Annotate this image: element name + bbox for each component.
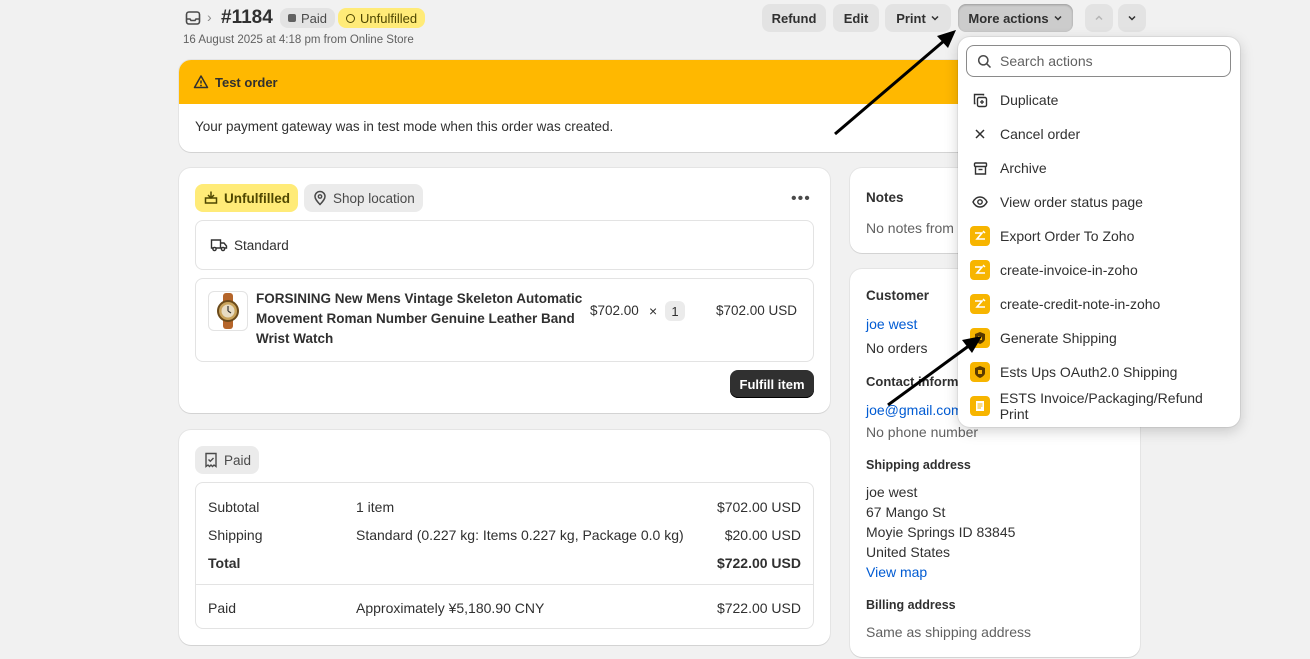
delivery-truck-icon [210, 239, 228, 252]
chevron-down-icon [931, 15, 939, 21]
menu-item-duplicate[interactable]: Duplicate [966, 84, 1232, 116]
banner-message: Your payment gateway was in test mode wh… [195, 119, 614, 134]
line-total: $702.00 USD [716, 303, 798, 318]
print-button[interactable]: Print [885, 4, 951, 32]
breadcrumb-chevron-icon: › [207, 9, 212, 25]
payment-summary-box: Subtotal 1 item $702.00 USD Shipping Sta… [195, 482, 814, 629]
menu-item-ests-invoice-print[interactable]: ESTS Invoice/Packaging/Refund Print [966, 390, 1232, 422]
billing-address-text: Same as shipping address [866, 624, 1031, 640]
more-actions-menu: Search actions Duplicate Cancel order Ar… [958, 37, 1240, 427]
paid-detail: Approximately ¥5,180.90 CNY [356, 600, 545, 616]
shipping-detail: Standard (0.227 kg: Items 0.227 kg, Pack… [356, 527, 684, 543]
menu-item-create-credit-note-in-zoho[interactable]: create-credit-note-in-zoho [966, 288, 1232, 320]
fulfillment-card: Unfulfilled Shop location ••• Standard F… [179, 168, 830, 413]
fulfill-item-button[interactable]: Fulfill item [730, 370, 814, 398]
shipping-amount: $20.00 USD [724, 527, 801, 543]
address-line: 67 Mango St [866, 504, 946, 520]
customer-title: Customer [866, 288, 930, 303]
menu-item-create-invoice-in-zoho[interactable]: create-invoice-in-zoho [966, 254, 1232, 286]
previous-order-button[interactable] [1085, 4, 1113, 32]
menu-item-ests-ups-shipping[interactable]: Ests Ups OAuth2.0 Shipping [966, 356, 1232, 388]
menu-item-export-order-to-zoho[interactable]: Export Order To Zoho [966, 220, 1232, 252]
more-options-icon[interactable]: ••• [791, 190, 811, 208]
product-name[interactable]: FORSINING New Mens Vintage Skeleton Auto… [256, 289, 586, 349]
edit-button[interactable]: Edit [833, 4, 879, 32]
order-subtitle: 16 August 2025 at 4:18 pm from Online St… [183, 34, 414, 46]
unfulfilled-badge: Unfulfilled [195, 184, 298, 212]
payment-card: Paid Subtotal 1 item $702.00 USD Shippin… [179, 430, 830, 645]
warning-icon [193, 74, 209, 93]
unfulfilled-status-badge: Unfulfilled [338, 8, 426, 28]
search-placeholder: Search actions [1000, 53, 1093, 69]
line-item-box: FORSINING New Mens Vintage Skeleton Auto… [195, 278, 814, 362]
address-line: United States [866, 544, 951, 560]
shipping-method-label: Standard [234, 238, 289, 253]
zoho-app-icon [970, 226, 990, 246]
zoho-app-icon [970, 294, 990, 314]
more-actions-button[interactable]: More actions [958, 4, 1073, 32]
print-app-icon [970, 396, 990, 416]
subtotal-label: Subtotal [208, 499, 260, 515]
paid-badge: Paid [195, 446, 260, 474]
notes-title: Notes [866, 190, 904, 205]
duplicate-icon [970, 90, 990, 110]
eye-icon [970, 192, 990, 212]
watch-image [217, 293, 239, 329]
menu-item-generate-shipping[interactable]: Generate Shipping [966, 322, 1232, 354]
shipping-app-icon [970, 328, 990, 348]
dot-icon [288, 14, 296, 22]
shipping-address-title: Shipping address [866, 458, 971, 472]
unfulfilled-box-icon [204, 191, 218, 204]
zoho-app-icon [970, 260, 990, 280]
customer-orders: No orders [866, 340, 928, 356]
divider [196, 584, 813, 585]
menu-item-view-order-status[interactable]: View order status page [966, 186, 1232, 218]
banner-title: Test order [215, 75, 278, 90]
location-pin-icon [314, 190, 326, 206]
menu-item-cancel-order[interactable]: Cancel order [966, 118, 1232, 150]
customer-phone: No phone number [866, 424, 979, 440]
paid-label: Paid [208, 600, 237, 616]
view-map-link[interactable]: View map [866, 564, 927, 580]
chevron-down-icon [1128, 15, 1136, 21]
page-title: #1184 [221, 7, 273, 28]
notes-text: No notes from [866, 220, 954, 236]
shop-location-badge: Shop location [304, 184, 423, 212]
paid-status-badge: Paid [280, 8, 336, 28]
unit-price: $702.00 [590, 303, 639, 318]
orders-icon[interactable] [185, 10, 201, 26]
subtotal-amount: $702.00 USD [716, 499, 801, 515]
customer-email-link[interactable]: joe@gmail.com [866, 402, 963, 418]
search-icon [977, 54, 992, 68]
contact-title: Contact informa [866, 374, 966, 389]
customer-name-link[interactable]: joe west [866, 316, 917, 332]
total-amount: $722.00 USD [716, 555, 801, 571]
ring-icon [346, 13, 355, 23]
address-line: Moyie Springs ID 83845 [866, 524, 1016, 540]
shipping-method-box: Standard [195, 220, 814, 270]
shipping-app-icon [970, 362, 990, 382]
subtotal-detail: 1 item [356, 499, 395, 515]
next-order-button[interactable] [1118, 4, 1146, 32]
address-line: joe west [866, 484, 918, 500]
quantity-badge: 1 [665, 301, 685, 321]
receipt-icon [205, 452, 217, 468]
close-icon [970, 124, 990, 144]
shipping-label: Shipping [208, 527, 263, 543]
search-actions-input[interactable]: Search actions [966, 45, 1231, 77]
product-thumbnail[interactable] [208, 291, 248, 331]
menu-item-archive[interactable]: Archive [966, 152, 1232, 184]
billing-address-title: Billing address [866, 598, 956, 612]
paid-amount: $722.00 USD [716, 600, 801, 616]
times-sign: × [649, 303, 658, 319]
refund-button[interactable]: Refund [762, 4, 826, 32]
total-label: Total [208, 555, 241, 571]
chevron-down-icon [1054, 15, 1062, 21]
chevron-up-icon [1095, 15, 1103, 21]
archive-icon [970, 158, 990, 178]
